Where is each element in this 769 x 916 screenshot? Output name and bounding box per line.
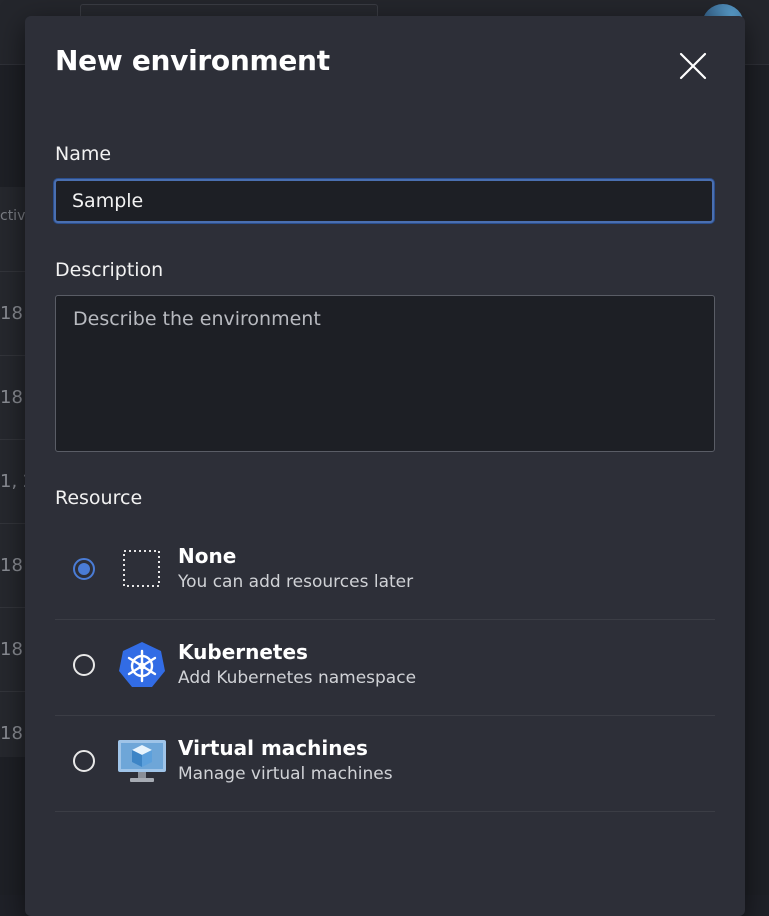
dotted-square-icon [117, 544, 167, 594]
resource-label: Resource [55, 487, 143, 509]
resource-option-none[interactable]: None You can add resources later [55, 524, 715, 620]
table-cell: 18 [0, 639, 23, 660]
option-subtitle: You can add resources later [178, 572, 414, 592]
option-subtitle: Add Kubernetes namespace [178, 668, 417, 688]
radio-button[interactable] [73, 750, 95, 772]
name-input[interactable] [54, 179, 714, 223]
option-title: Virtual machines [178, 736, 368, 760]
virtual-machine-icon [117, 736, 167, 786]
resource-option-kubernetes[interactable]: Kubernetes Add Kubernetes namespace [55, 620, 715, 716]
option-title: Kubernetes [178, 640, 308, 664]
resource-option-virtual-machines[interactable]: Virtual machines Manage virtual machines [55, 716, 715, 812]
description-input[interactable] [55, 295, 715, 452]
dialog-title: New environment [55, 44, 330, 77]
radio-button[interactable] [73, 654, 95, 676]
option-title: None [178, 544, 237, 568]
radio-button[interactable] [73, 558, 95, 580]
kubernetes-icon [117, 640, 167, 690]
table-cell: 18 [0, 555, 23, 576]
new-environment-dialog: New environment Name Description Resourc… [25, 16, 745, 916]
close-icon [679, 52, 707, 80]
table-cell: 18 [0, 723, 23, 744]
description-label: Description [55, 259, 164, 281]
column-header: ctiv [0, 208, 26, 224]
table-cell: 18 [0, 303, 23, 324]
close-button[interactable] [677, 50, 709, 82]
table-cell: 18 [0, 387, 23, 408]
name-label: Name [55, 143, 112, 165]
option-subtitle: Manage virtual machines [178, 764, 393, 784]
